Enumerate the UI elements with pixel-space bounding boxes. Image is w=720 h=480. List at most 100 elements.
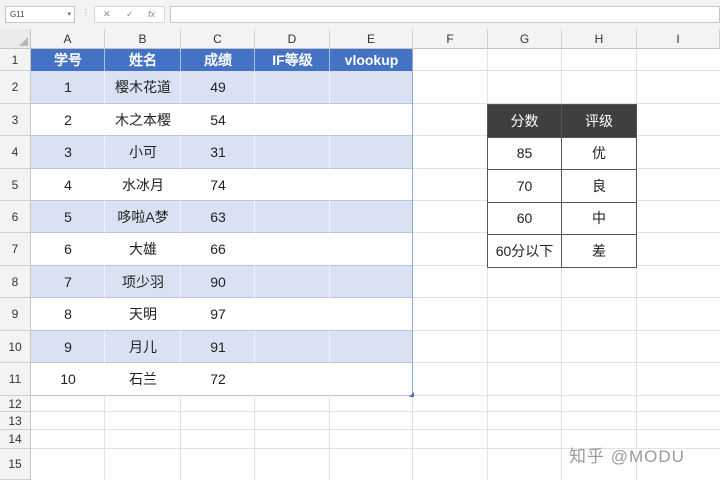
table-cell[interactable]: 97 [181, 298, 255, 331]
table-cell[interactable] [255, 104, 330, 136]
column-header-h[interactable]: H [562, 29, 637, 49]
table-cell[interactable]: 8 [31, 298, 105, 331]
row-header-1[interactable]: 1 [0, 49, 31, 71]
table-cell[interactable] [330, 104, 413, 136]
table-cell[interactable]: 4 [31, 169, 105, 201]
table-cell[interactable] [330, 363, 413, 396]
table-cell[interactable] [255, 266, 330, 298]
row-header-11[interactable]: 11 [0, 363, 31, 396]
row-header-9[interactable]: 9 [0, 298, 31, 331]
row-header-7[interactable]: 7 [0, 233, 31, 266]
table-header-5[interactable]: vlookup [330, 49, 413, 71]
table-cell[interactable] [255, 71, 330, 104]
table-cell[interactable]: 5 [31, 201, 105, 233]
lookup-cell[interactable]: 85 [488, 138, 562, 170]
lookup-cell[interactable]: 60分以下 [488, 235, 562, 268]
formula-buttons: ✕ ✓ fx [94, 6, 165, 23]
table-cell[interactable] [255, 169, 330, 201]
lookup-cell[interactable]: 70 [488, 170, 562, 203]
column-header-b[interactable]: B [105, 29, 181, 49]
table-right-border [412, 49, 413, 396]
table-cell[interactable] [255, 201, 330, 233]
column-header-c[interactable]: C [181, 29, 255, 49]
table-cell[interactable] [330, 136, 413, 169]
table-cell[interactable] [330, 201, 413, 233]
table-cell[interactable] [330, 233, 413, 266]
table-cell[interactable]: 9 [31, 331, 105, 363]
table-cell[interactable] [330, 331, 413, 363]
table-cell[interactable]: 6 [31, 233, 105, 266]
column-header-a[interactable]: A [31, 29, 105, 49]
column-header-d[interactable]: D [255, 29, 330, 49]
table-cell[interactable]: 3 [31, 136, 105, 169]
fx-icon[interactable]: fx [148, 7, 155, 22]
table-cell[interactable]: 2 [31, 104, 105, 136]
table-cell[interactable] [330, 266, 413, 298]
name-box[interactable]: G11 ▾ [5, 6, 75, 23]
table-cell[interactable] [255, 136, 330, 169]
table-cell[interactable]: 木之本樱 [105, 104, 181, 136]
table-resize-handle[interactable] [409, 392, 414, 397]
table-cell[interactable]: 月儿 [105, 331, 181, 363]
table-cell[interactable]: 91 [181, 331, 255, 363]
row-header-8[interactable]: 8 [0, 266, 31, 298]
table-cell[interactable]: 10 [31, 363, 105, 396]
lookup-cell[interactable]: 60 [488, 203, 562, 235]
chevron-down-icon[interactable]: ▾ [67, 7, 71, 22]
table-cell[interactable] [330, 298, 413, 331]
formula-input[interactable] [170, 6, 720, 23]
table-cell[interactable]: 66 [181, 233, 255, 266]
table-cell[interactable]: 大雄 [105, 233, 181, 266]
table-cell[interactable] [255, 233, 330, 266]
row-header-2[interactable]: 2 [0, 71, 31, 104]
spreadsheet-grid[interactable]: ABCDEFGHI 1 2 3 4 5 6 7 8 9 10 11 12 13 14 15 学号 姓名 成绩 IF… [0, 29, 720, 480]
row-header-14[interactable]: 14 [0, 430, 31, 449]
lookup-header[interactable]: 分数 [488, 105, 562, 138]
table-cell[interactable]: 63 [181, 201, 255, 233]
row-header-3[interactable]: 3 [0, 104, 31, 136]
enter-icon[interactable]: ✓ [126, 7, 134, 22]
table-cell[interactable]: 31 [181, 136, 255, 169]
table-cell[interactable]: 哆啦A梦 [105, 201, 181, 233]
table-cell[interactable]: 90 [181, 266, 255, 298]
row-header-5[interactable]: 5 [0, 169, 31, 201]
cancel-icon[interactable]: ✕ [103, 7, 111, 22]
table-header-4[interactable]: IF等级 [255, 49, 330, 71]
row-header-10[interactable]: 10 [0, 331, 31, 363]
lookup-cell[interactable]: 差 [562, 235, 637, 268]
lookup-cell[interactable]: 中 [562, 203, 637, 235]
select-all-corner[interactable] [0, 29, 31, 49]
column-header-g[interactable]: G [488, 29, 562, 49]
table-cell[interactable]: 小可 [105, 136, 181, 169]
table-cell[interactable] [330, 71, 413, 104]
table-cell[interactable]: 7 [31, 266, 105, 298]
table-header-1[interactable]: 学号 [31, 49, 105, 71]
table-cell[interactable] [330, 169, 413, 201]
row-header-15[interactable]: 15 [0, 449, 31, 480]
column-header-i[interactable]: I [637, 29, 720, 49]
row-header-12[interactable]: 12 [0, 396, 31, 412]
table-cell[interactable]: 1 [31, 71, 105, 104]
row-header-13[interactable]: 13 [0, 412, 31, 430]
row-header-4[interactable]: 4 [0, 136, 31, 169]
table-cell[interactable]: 49 [181, 71, 255, 104]
row-header-6[interactable]: 6 [0, 201, 31, 233]
table-cell[interactable]: 水冰月 [105, 169, 181, 201]
table-header-2[interactable]: 姓名 [105, 49, 181, 71]
table-cell[interactable]: 天明 [105, 298, 181, 331]
table-cell[interactable] [255, 298, 330, 331]
table-cell[interactable]: 项少羽 [105, 266, 181, 298]
table-cell[interactable]: 54 [181, 104, 255, 136]
lookup-cell[interactable]: 良 [562, 170, 637, 203]
table-cell[interactable]: 72 [181, 363, 255, 396]
table-cell[interactable]: 石兰 [105, 363, 181, 396]
table-cell[interactable] [255, 363, 330, 396]
column-header-e[interactable]: E [330, 29, 413, 49]
table-cell[interactable]: 樱木花道 [105, 71, 181, 104]
table-cell[interactable] [255, 331, 330, 363]
lookup-header[interactable]: 评级 [562, 105, 637, 138]
column-header-f[interactable]: F [413, 29, 488, 49]
table-header-3[interactable]: 成绩 [181, 49, 255, 71]
table-cell[interactable]: 74 [181, 169, 255, 201]
lookup-cell[interactable]: 优 [562, 138, 637, 170]
